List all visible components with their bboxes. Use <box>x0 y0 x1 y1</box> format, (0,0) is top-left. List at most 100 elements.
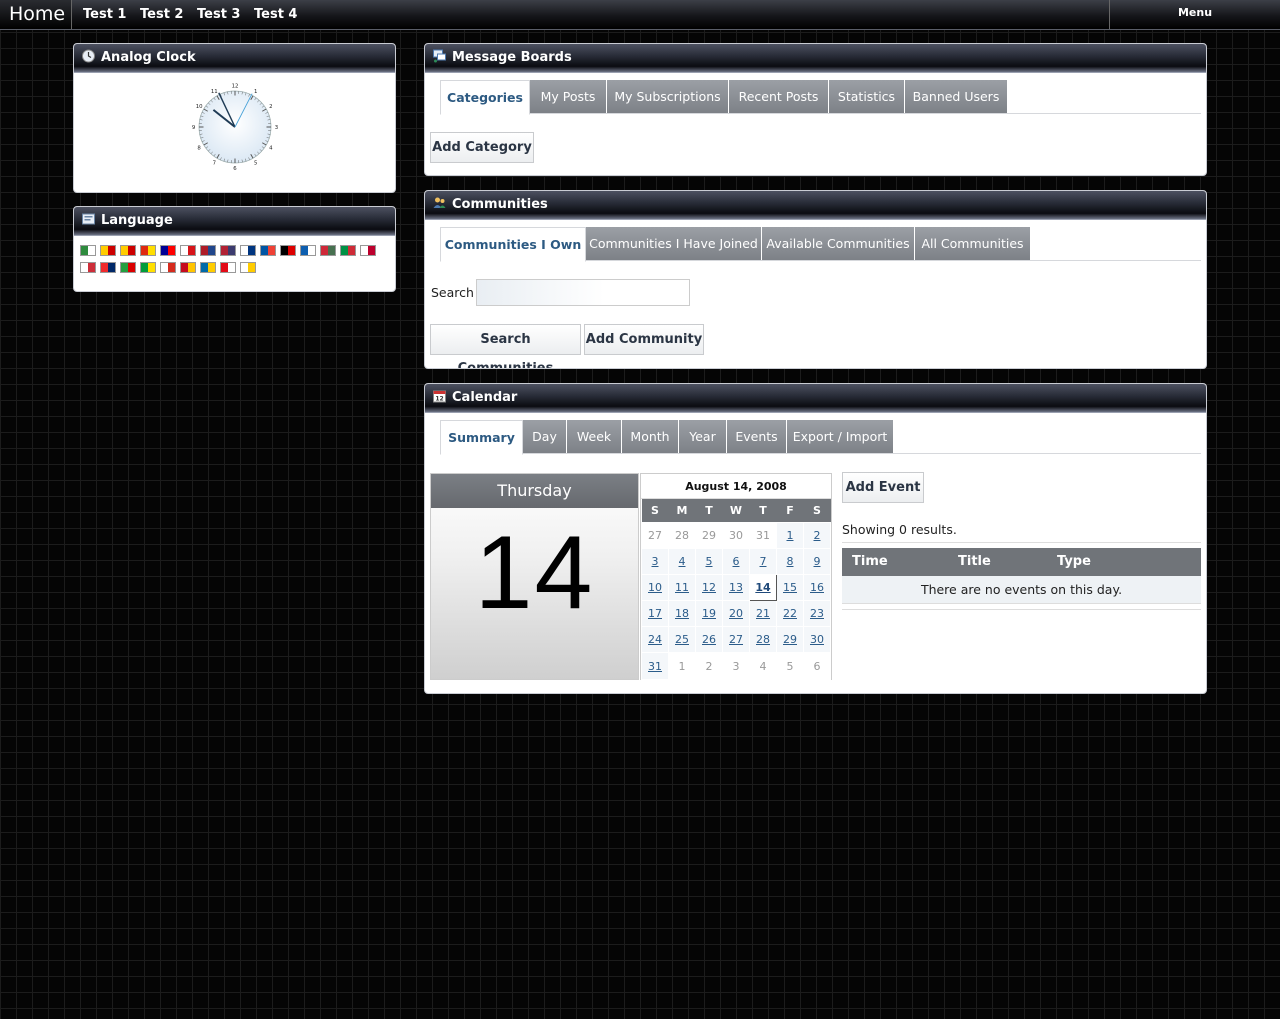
calendar-day[interactable]: 24 <box>641 626 669 654</box>
calendar-day[interactable]: 21 <box>749 600 777 628</box>
flag-icon-spanish[interactable] <box>180 262 196 273</box>
flag-icon-hungarian[interactable] <box>320 245 336 256</box>
search-communities-button[interactable]: Search Communities <box>430 324 581 368</box>
current-day-display: Thursday 14 <box>430 473 639 680</box>
calendar-day[interactable]: 9 <box>803 547 831 575</box>
calendar-day[interactable]: 26 <box>695 626 723 654</box>
calendar-day[interactable]: 12 <box>695 573 723 602</box>
calendar-day[interactable]: 30 <box>803 626 831 654</box>
calendar-day[interactable]: 13 <box>722 573 750 602</box>
calendar-day[interactable]: 17 <box>641 600 669 628</box>
calendar-day[interactable]: 16 <box>803 573 831 602</box>
calendar-day[interactable]: 25 <box>668 626 696 654</box>
tab-categories[interactable]: Categories <box>440 80 530 115</box>
flag-icon-arabic[interactable] <box>80 245 96 256</box>
flag-icon-german[interactable] <box>280 245 296 256</box>
nav-link-test-4[interactable]: Test 4 <box>254 0 297 29</box>
divider <box>842 542 1201 543</box>
calendar-day[interactable]: 5 <box>695 547 723 575</box>
calendar-day[interactable]: 19 <box>695 600 723 628</box>
calendar-day[interactable]: 4 <box>668 547 696 575</box>
tab-year[interactable]: Year <box>679 420 727 453</box>
column-type[interactable]: Type <box>1057 548 1091 576</box>
weekday-label: Thursday <box>431 474 638 508</box>
flag-icon-czech[interactable] <box>180 245 196 256</box>
calendar-day[interactable]: 7 <box>749 547 777 575</box>
flag-icon-vietnamese[interactable] <box>240 262 256 273</box>
tab-my-subscriptions[interactable]: My Subscriptions <box>607 80 729 113</box>
flag-icon-russian[interactable] <box>160 262 176 273</box>
portlet-title: Calendar <box>452 390 518 405</box>
tab-statistics[interactable]: Statistics <box>829 80 905 113</box>
nav-link-test-1[interactable]: Test 1 <box>83 0 126 29</box>
menu-button[interactable]: Menu <box>1109 0 1280 29</box>
calendar-day[interactable]: 6 <box>722 547 750 575</box>
flag-icon-italian[interactable] <box>340 245 356 256</box>
clock-numeral: 11 <box>211 89 218 95</box>
flag-icon-catalan-alt[interactable] <box>120 245 136 256</box>
events-table: Time Title Type There are no events on t… <box>842 548 1201 604</box>
column-title[interactable]: Title <box>958 548 991 576</box>
communities-portlet: Communities Communities I Own Communitie… <box>424 190 1207 369</box>
calendar-day[interactable]: 1 <box>776 521 804 549</box>
calendar-day[interactable]: 29 <box>776 626 804 654</box>
calendar-day[interactable]: 8 <box>776 547 804 575</box>
flag-icon-portuguese[interactable] <box>140 262 156 273</box>
add-category-button[interactable]: Add Category <box>430 132 534 163</box>
results-count: Showing 0 results. <box>842 522 957 537</box>
calendar-day[interactable]: 18 <box>668 600 696 628</box>
nav-link-test-2[interactable]: Test 2 <box>140 0 183 29</box>
tab-my-posts[interactable]: My Posts <box>530 80 607 113</box>
flag-icon-turkish[interactable] <box>220 262 236 273</box>
flag-icon-korean[interactable] <box>80 262 96 273</box>
flag-icon-chinese-simplified[interactable] <box>140 245 156 256</box>
clock-numeral: 2 <box>269 104 272 110</box>
calendar-day[interactable]: 22 <box>776 600 804 628</box>
portlet-header: 12 Calendar <box>425 384 1206 413</box>
tab-all-communities[interactable]: All Communities <box>915 227 1031 260</box>
flag-icon-greek[interactable] <box>300 245 316 256</box>
tab-month[interactable]: Month <box>622 420 679 453</box>
tab-events[interactable]: Events <box>727 420 787 453</box>
tab-communities-i-have-joined[interactable]: Communities I Have Joined <box>586 227 762 260</box>
column-time[interactable]: Time <box>852 548 888 576</box>
nav-link-test-3[interactable]: Test 3 <box>197 0 240 29</box>
tab-banned-users[interactable]: Banned Users <box>905 80 1008 113</box>
flag-icon-english[interactable] <box>220 245 236 256</box>
search-input[interactable] <box>476 279 690 306</box>
home-link[interactable]: Home <box>0 0 72 29</box>
calendar-day[interactable]: 27 <box>722 626 750 654</box>
calendar-day[interactable]: 11 <box>668 573 696 602</box>
tab-summary[interactable]: Summary <box>440 420 523 455</box>
flag-icon-swedish[interactable] <box>200 262 216 273</box>
calendar-day[interactable]: 10 <box>641 573 669 602</box>
tab-available-communities[interactable]: Available Communities <box>762 227 915 260</box>
add-community-button[interactable]: Add Community <box>584 324 704 355</box>
message-boards-icon <box>433 49 446 63</box>
portlet-title: Communities <box>452 197 548 212</box>
calendar-day[interactable]: 20 <box>722 600 750 628</box>
tab-week[interactable]: Week <box>567 420 622 453</box>
tab-day[interactable]: Day <box>523 420 567 453</box>
tab-communities-i-own[interactable]: Communities I Own <box>440 227 586 262</box>
calendar-day-selected[interactable]: 14 <box>749 573 777 602</box>
calendar-day[interactable]: 31 <box>641 652 669 680</box>
flag-icon-catalan[interactable] <box>100 245 116 256</box>
calendar-day[interactable]: 2 <box>803 521 831 549</box>
flag-icon-dutch[interactable] <box>200 245 216 256</box>
flag-icon-norwegian[interactable] <box>100 262 116 273</box>
calendar-day[interactable]: 15 <box>776 573 804 602</box>
calendar-day[interactable]: 23 <box>803 600 831 628</box>
flag-icon-persian[interactable] <box>120 262 136 273</box>
flag-icon-chinese-traditional[interactable] <box>160 245 176 256</box>
tab-recent-posts[interactable]: Recent Posts <box>729 80 829 113</box>
tab-export-import[interactable]: Export / Import <box>787 420 894 453</box>
add-event-button[interactable]: Add Event <box>842 472 924 503</box>
flag-icon-french[interactable] <box>260 245 276 256</box>
flag-icon-japanese[interactable] <box>360 245 376 256</box>
mini-calendar-grid: SMTWTFS 27 28 29 30 31 1 2 3 4 5 6 7 8 9 10 11 12 13 14 15 1… <box>641 499 831 680</box>
portlet-title: Analog Clock <box>101 50 196 65</box>
flag-icon-finnish[interactable] <box>240 245 256 256</box>
calendar-day[interactable]: 3 <box>641 547 669 575</box>
calendar-day[interactable]: 28 <box>749 626 777 654</box>
